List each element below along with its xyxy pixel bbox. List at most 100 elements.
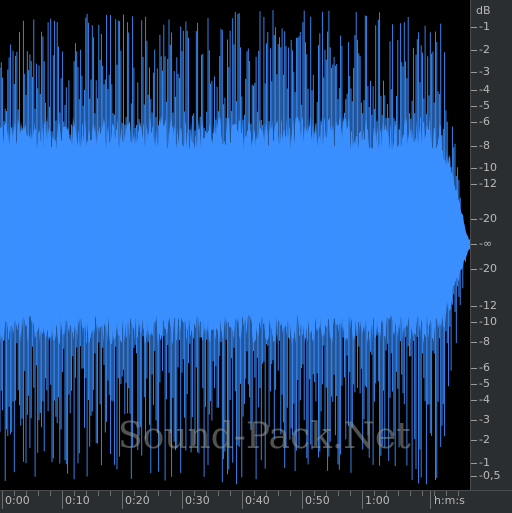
db-tick: -3 [471, 413, 512, 427]
db-tick-label: -5 [479, 377, 490, 390]
time-minor-tick [158, 491, 159, 496]
db-tick-label: -1 [479, 456, 490, 469]
db-tick-mark [471, 368, 477, 369]
db-tick: -10 [471, 315, 512, 329]
time-minor-tick [290, 491, 291, 496]
time-tick-mark [242, 491, 243, 509]
db-tick-mark [471, 342, 477, 343]
db-tick-mark [471, 168, 477, 169]
db-tick-mark [471, 476, 477, 477]
db-tick-mark [471, 322, 477, 323]
time-tick-label: 0:20 [125, 494, 150, 507]
db-tick: -6 [471, 115, 512, 129]
watermark: Sound-Pack.Net [118, 416, 411, 457]
db-unit-label: dB [476, 4, 491, 17]
time-minor-tick [98, 491, 99, 496]
db-tick-mark [471, 440, 477, 441]
db-tick-label: -2 [479, 43, 490, 56]
time-tick-mark [182, 491, 183, 509]
time-tick-mark [2, 491, 3, 509]
db-tick-label: -0,5 [479, 469, 501, 482]
db-tick-label: -3 [479, 413, 490, 426]
time-tick-label: 0:40 [245, 494, 270, 507]
db-tick: -3 [471, 65, 512, 79]
time-minor-tick [218, 491, 219, 496]
time-tick-mark [122, 491, 123, 509]
time-minor-tick [278, 491, 279, 496]
db-tick-label: -∞ [479, 237, 493, 250]
db-tick-label: -10 [479, 161, 497, 174]
db-tick: -8 [471, 139, 512, 153]
time-minor-tick [230, 491, 231, 496]
db-tick-label: -1 [479, 20, 490, 33]
db-tick: -1 [471, 20, 512, 34]
time-minor-tick [170, 491, 171, 496]
time-tick-label: 0:30 [185, 494, 210, 507]
time-tick-label: 1:00 [365, 494, 390, 507]
db-tick-mark [471, 50, 477, 51]
db-tick-label: -12 [479, 299, 497, 312]
db-tick-label: -10 [479, 315, 497, 328]
db-tick-label: -6 [479, 361, 490, 374]
db-tick: -4 [471, 83, 512, 97]
db-tick-label: -6 [479, 115, 490, 128]
db-tick-mark [471, 146, 477, 147]
db-tick: -4 [471, 393, 512, 407]
time-tick-mark [302, 491, 303, 509]
db-tick-mark [471, 106, 477, 107]
time-minor-tick [350, 491, 351, 496]
db-tick: -12 [471, 177, 512, 191]
db-tick: -6 [471, 361, 512, 375]
db-tick: -20 [471, 262, 512, 276]
db-tick: -20 [471, 212, 512, 226]
time-tick-mark [430, 491, 431, 509]
db-tick-mark [471, 27, 477, 28]
time-minor-tick [38, 491, 39, 496]
db-tick-mark [471, 122, 477, 123]
db-tick: -8 [471, 335, 512, 349]
db-tick-label: -4 [479, 83, 490, 96]
db-tick-label: -8 [479, 139, 490, 152]
time-minor-tick [422, 491, 423, 496]
db-tick-label: -2 [479, 433, 490, 446]
waveform-display[interactable]: Sound-Pack.Net [0, 0, 470, 490]
time-tick-label: 0:50 [305, 494, 330, 507]
db-tick: -10 [471, 161, 512, 175]
db-tick-mark [471, 384, 477, 385]
db-tick: -5 [471, 99, 512, 113]
db-tick-mark [471, 184, 477, 185]
db-tick: -12 [471, 299, 512, 313]
db-tick-label: -3 [479, 65, 490, 78]
db-tick-label: -20 [479, 262, 497, 275]
time-minor-tick [398, 491, 399, 496]
db-tick-label: -12 [479, 177, 497, 190]
time-minor-tick [410, 491, 411, 496]
db-tick-mark [471, 219, 477, 220]
time-minor-tick [338, 491, 339, 496]
time-minor-tick [110, 491, 111, 496]
time-tick-label: 0:00 [5, 494, 30, 507]
db-tick-mark [471, 463, 477, 464]
time-tick-mark [62, 491, 63, 509]
db-tick: -2 [471, 43, 512, 57]
time-minor-tick [50, 491, 51, 496]
db-tick: -5 [471, 377, 512, 391]
db-scale: -1 -2 -3 -4 -5 -6 -8 -10 -12 -20 -∞ -20 -12 -10 -8 -6 -5… [470, 0, 512, 490]
db-tick-label: -8 [479, 335, 490, 348]
db-tick: -2 [471, 433, 512, 447]
db-tick: -0,5 [471, 469, 512, 483]
db-tick-mark [471, 72, 477, 73]
db-tick-mark [471, 90, 477, 91]
db-tick-label: -4 [479, 393, 490, 406]
db-tick-mark [471, 400, 477, 401]
db-tick-label: -20 [479, 212, 497, 225]
db-tick-mark [471, 244, 477, 245]
db-tick-label: -5 [479, 99, 490, 112]
waveform-viewer: Sound-Pack.Net -1 -2 -3 -4 -5 -6 -8 -10 -12 -20 -∞… [0, 0, 512, 513]
db-tick: -∞ [471, 237, 512, 251]
db-tick-mark [471, 306, 477, 307]
time-tick-label: 0:10 [65, 494, 90, 507]
time-tick-mark [362, 491, 363, 509]
db-tick-mark [471, 420, 477, 421]
db-tick-mark [471, 269, 477, 270]
